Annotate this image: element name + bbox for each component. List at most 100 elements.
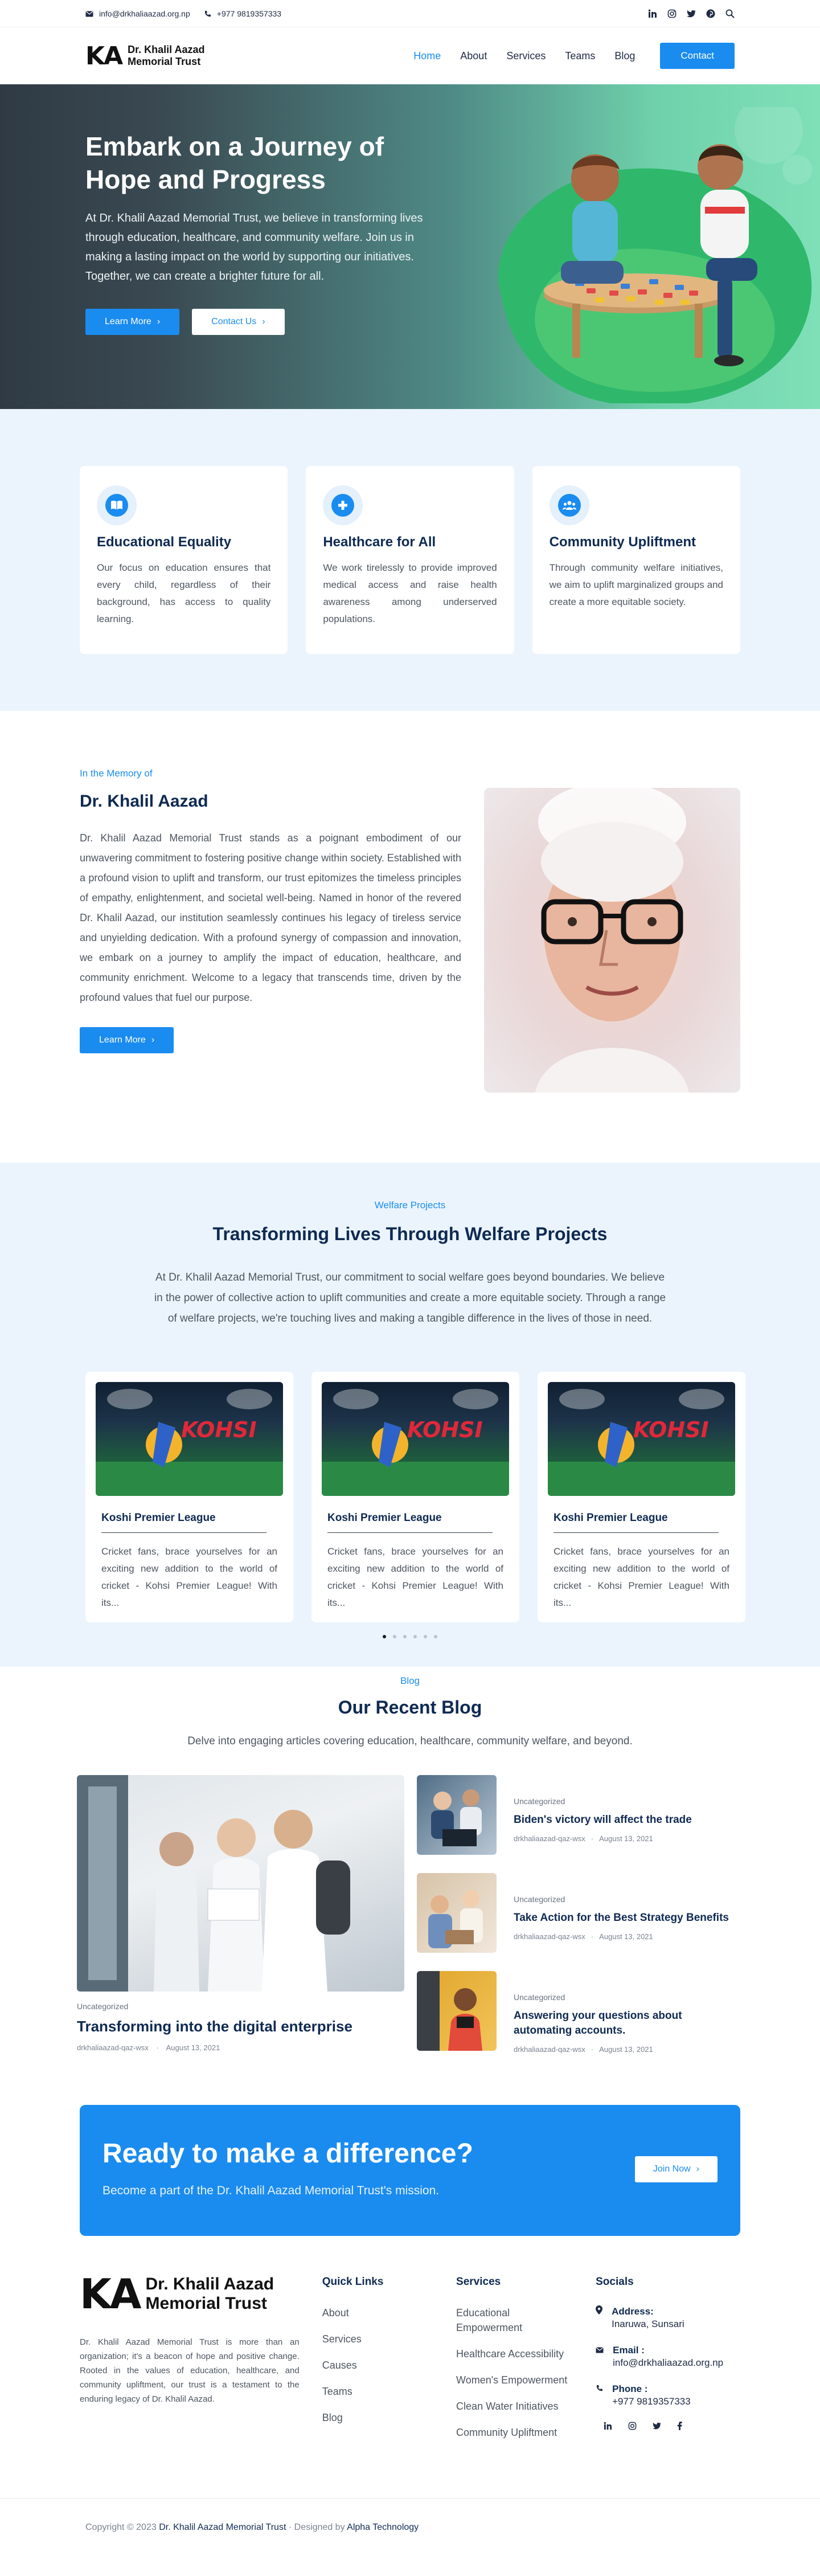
logo-name: Dr. Khalil Aazad Memorial Trust: [128, 44, 204, 68]
contact-button[interactable]: Contact: [660, 43, 735, 69]
project-card[interactable]: KOHSI Koshi Premier League Cricket fans,…: [85, 1372, 293, 1622]
footer-service-link[interactable]: Community Upliftment: [456, 2425, 573, 2440]
twitter-icon[interactable]: [653, 2422, 662, 2430]
linkedin-icon[interactable]: [648, 9, 657, 18]
carousel-dot[interactable]: [434, 1635, 437, 1638]
post-author[interactable]: drkhaliaazad-qaz-wsx: [514, 2045, 585, 2054]
blog-post[interactable]: Uncategorized Biden's victory will affec…: [417, 1775, 743, 1855]
topbar-phone-text: +977 9819357333: [216, 9, 282, 18]
chevron-right-icon: ›: [151, 1035, 155, 1045]
memory-section: In the Memory of Dr. Khalil Aazad Dr. Kh…: [0, 711, 820, 1163]
carousel-dot[interactable]: [413, 1635, 417, 1638]
carousel-dot[interactable]: [403, 1635, 407, 1638]
logo-mark: KA: [85, 41, 123, 71]
project-title[interactable]: Koshi Premier League: [101, 1512, 266, 1533]
site-logo[interactable]: KA Dr. Khalil Aazad Memorial Trust: [85, 42, 205, 71]
nav-about[interactable]: About: [460, 50, 487, 62]
post-category[interactable]: Uncategorized: [514, 1797, 692, 1806]
search-icon[interactable]: [725, 9, 735, 18]
project-card[interactable]: KOHSI Koshi Premier League Cricket fans,…: [538, 1372, 745, 1622]
footer-service-link[interactable]: Women's Empowerment: [456, 2373, 573, 2387]
hero-learn-more-button[interactable]: Learn More ›: [85, 309, 180, 335]
footer-logo[interactable]: KA Dr. Khalil Aazad Memorial Trust: [80, 2270, 300, 2318]
copyright-mid: · Designed by: [288, 2522, 345, 2532]
site-footer: KA Dr. Khalil Aazad Memorial Trust Dr. K…: [0, 2236, 820, 2498]
footer-link-services[interactable]: Services: [322, 2332, 433, 2346]
logo-line2: Memorial Trust: [145, 2294, 267, 2313]
map-pin-icon: [596, 2305, 603, 2330]
hero-contact-us-button[interactable]: Contact Us ›: [192, 309, 285, 335]
feature-icon-wrap: [97, 485, 137, 525]
linkedin-icon[interactable]: [604, 2422, 612, 2430]
join-now-button[interactable]: Join Now ›: [634, 2156, 718, 2182]
post-author[interactable]: drkhaliaazad-qaz-wsx: [514, 1932, 585, 1941]
feature-title: Community Upliftment: [549, 534, 696, 550]
post-category[interactable]: Uncategorized: [514, 1993, 743, 2002]
footer-link-causes[interactable]: Causes: [322, 2358, 433, 2373]
footer-phone[interactable]: Phone : +977 9819357333: [596, 2383, 740, 2408]
nav-home[interactable]: Home: [413, 50, 441, 62]
instagram-icon[interactable]: [628, 2422, 637, 2430]
post-thumbnail: [417, 1873, 497, 1953]
footer-service-link[interactable]: Clean Water Initiatives: [456, 2399, 573, 2414]
post-title[interactable]: Biden's victory will affect the trade: [514, 1813, 692, 1827]
topbar-email[interactable]: info@drkhaliaazad.org.np: [85, 9, 190, 18]
post-thumbnail: [417, 1775, 497, 1855]
phone-label: Phone :: [612, 2383, 648, 2394]
project-card[interactable]: KOHSI Koshi Premier League Cricket fans,…: [311, 1372, 519, 1622]
feature-card-education: Educational Equality Our focus on educat…: [80, 466, 288, 654]
nav-blog[interactable]: Blog: [614, 50, 635, 62]
carousel-dot[interactable]: [393, 1635, 396, 1638]
project-title[interactable]: Koshi Premier League: [327, 1512, 493, 1533]
memory-learn-more-label: Learn More: [99, 1035, 146, 1045]
footer-email[interactable]: Email : info@drkhaliaazad.org.np: [596, 2344, 740, 2369]
copyright-org-link[interactable]: Dr. Khalil Aazad Memorial Trust: [159, 2522, 286, 2532]
project-text: Cricket fans, brace yourselves for an ex…: [554, 1546, 729, 1608]
footer-link-teams[interactable]: Teams: [322, 2384, 433, 2399]
hero-title-line1: Embark on a Journey of: [85, 132, 384, 161]
blog-post[interactable]: Uncategorized Take Action for the Best S…: [417, 1873, 743, 1953]
post-author[interactable]: drkhaliaazad-qaz-wsx: [514, 1834, 585, 1843]
memory-text: Dr. Khalil Aazad Memorial Trust stands a…: [80, 832, 461, 1003]
nav-teams[interactable]: Teams: [565, 50, 595, 62]
post-title[interactable]: Take Action for the Best Strategy Benefi…: [514, 1911, 729, 1925]
main-nav: Home About Services Teams Blog Contact: [413, 43, 735, 69]
hero-text: At Dr. Khalil Aazad Memorial Trust, we b…: [85, 212, 423, 283]
memory-learn-more-button[interactable]: Learn More ›: [80, 1027, 174, 1053]
post-category[interactable]: Uncategorized: [514, 1895, 729, 1904]
blog-post[interactable]: Uncategorized Answering your questions a…: [417, 1971, 743, 2054]
facebook-icon[interactable]: [677, 2422, 682, 2430]
project-logo-text: KOHSI: [407, 1417, 483, 1442]
footer-link-blog[interactable]: Blog: [322, 2410, 433, 2425]
email-value: info@drkhaliaazad.org.np: [613, 2357, 724, 2368]
footer-services: Services Educational Empowerment Healthc…: [456, 2270, 573, 2498]
carousel-dot[interactable]: [383, 1635, 386, 1638]
topbar-email-text: info@drkhaliaazad.org.np: [99, 9, 190, 18]
hero-illustration: [498, 107, 812, 403]
footer-link-about[interactable]: About: [322, 2305, 433, 2320]
featured-blog-post[interactable]: Uncategorized Transforming into the digi…: [77, 1775, 404, 2054]
post-title[interactable]: Answering your questions about automatin…: [514, 2009, 743, 2038]
chevron-right-icon: ›: [696, 2164, 699, 2174]
logo-line1: Dr. Khalil Aazad: [128, 44, 205, 55]
chevron-right-icon: ›: [157, 317, 161, 326]
twitter-icon[interactable]: [687, 10, 696, 18]
post-author[interactable]: drkhaliaazad-qaz-wsx: [77, 2043, 149, 2052]
topbar-phone[interactable]: +977 9819357333: [204, 9, 281, 18]
nav-services[interactable]: Services: [506, 50, 546, 62]
hero-contact-us-label: Contact Us: [211, 317, 257, 326]
post-date: August 13, 2021: [599, 1932, 653, 1941]
projects-section: Welfare Projects Transforming Lives Thro…: [0, 1163, 820, 1667]
designer-link[interactable]: Alpha Technology: [347, 2522, 419, 2532]
footer-service-link[interactable]: Educational Empowerment: [456, 2305, 573, 2335]
blog-tag: Blog: [400, 1675, 420, 1686]
post-category[interactable]: Uncategorized: [77, 2002, 404, 2011]
pinterest-icon[interactable]: [706, 9, 715, 18]
project-title[interactable]: Koshi Premier League: [554, 1512, 719, 1533]
feature-card-healthcare: Healthcare for All We work tirelessly to…: [306, 466, 514, 654]
instagram-icon[interactable]: [667, 9, 676, 18]
carousel-dot[interactable]: [424, 1635, 427, 1638]
post-title[interactable]: Transforming into the digital enterprise: [77, 2018, 404, 2035]
footer-service-link[interactable]: Healthcare Accessibility: [456, 2346, 573, 2361]
chevron-right-icon: ›: [262, 317, 265, 326]
